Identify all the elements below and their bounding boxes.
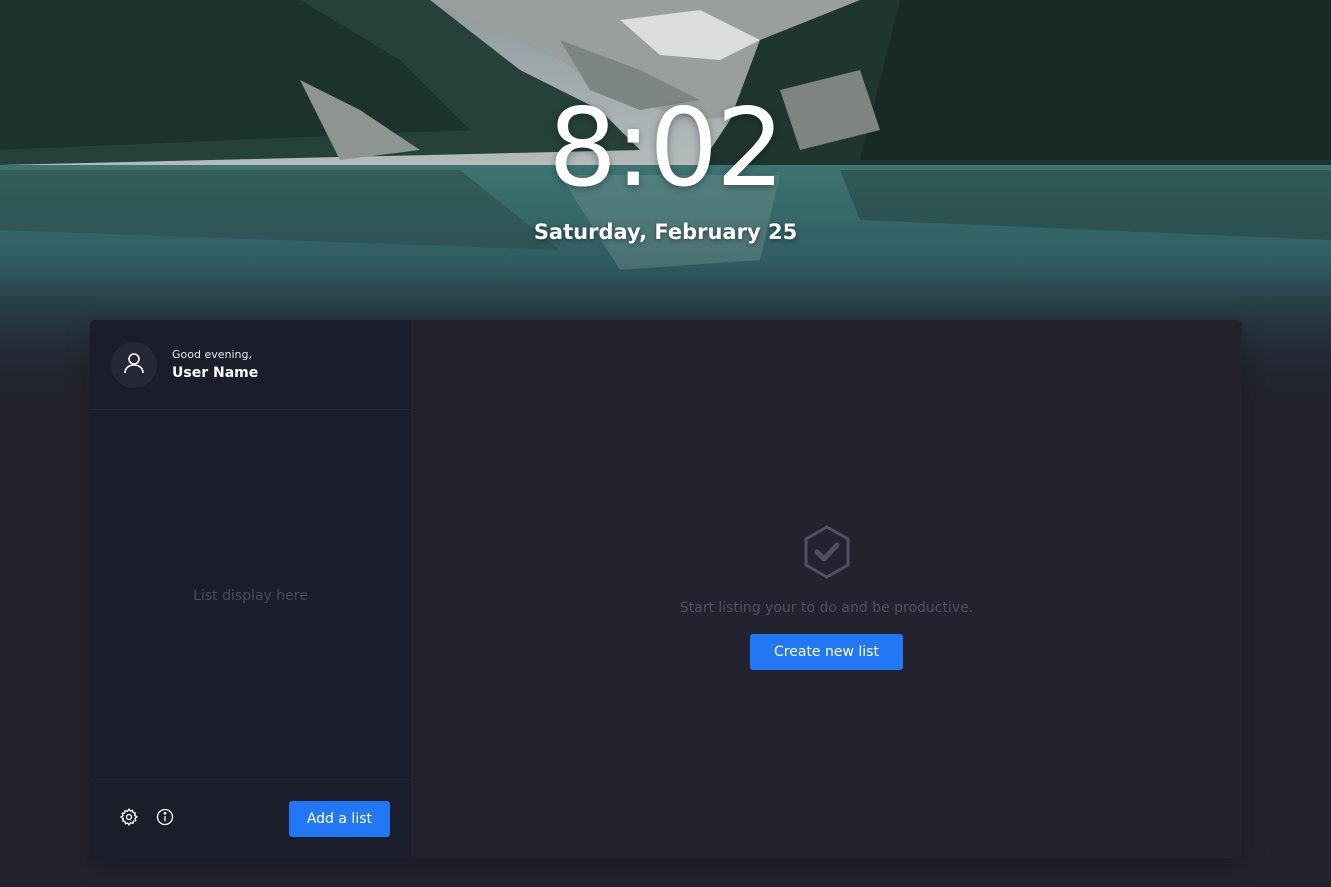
gear-icon bbox=[119, 807, 139, 831]
empty-state-message: Start listing your to do and be producti… bbox=[679, 600, 974, 616]
check-hexagon-icon bbox=[801, 524, 853, 584]
settings-button[interactable] bbox=[117, 807, 141, 831]
main-content: Start listing your to do and be producti… bbox=[411, 320, 1242, 858]
sidebar-footer: Add a list bbox=[90, 780, 411, 858]
info-button[interactable] bbox=[153, 807, 177, 831]
user-profile: Good evening, User Name bbox=[90, 320, 411, 410]
clock-time: 8:02 bbox=[548, 86, 785, 211]
user-name: User Name bbox=[172, 365, 259, 381]
clock-date: Saturday, February 25 bbox=[533, 220, 798, 244]
avatar[interactable] bbox=[111, 341, 157, 388]
info-icon bbox=[155, 807, 175, 831]
list-container: List display here bbox=[90, 410, 411, 780]
list-placeholder: List display here bbox=[193, 587, 308, 604]
create-new-list-button[interactable]: Create new list bbox=[750, 634, 903, 670]
todo-app-panel: Good evening, User Name List display her… bbox=[90, 320, 1242, 858]
greeting-text: Good evening, bbox=[172, 348, 252, 361]
add-list-button[interactable]: Add a list bbox=[288, 801, 390, 837]
user-icon bbox=[122, 351, 146, 379]
sidebar: Good evening, User Name List display her… bbox=[90, 320, 411, 858]
